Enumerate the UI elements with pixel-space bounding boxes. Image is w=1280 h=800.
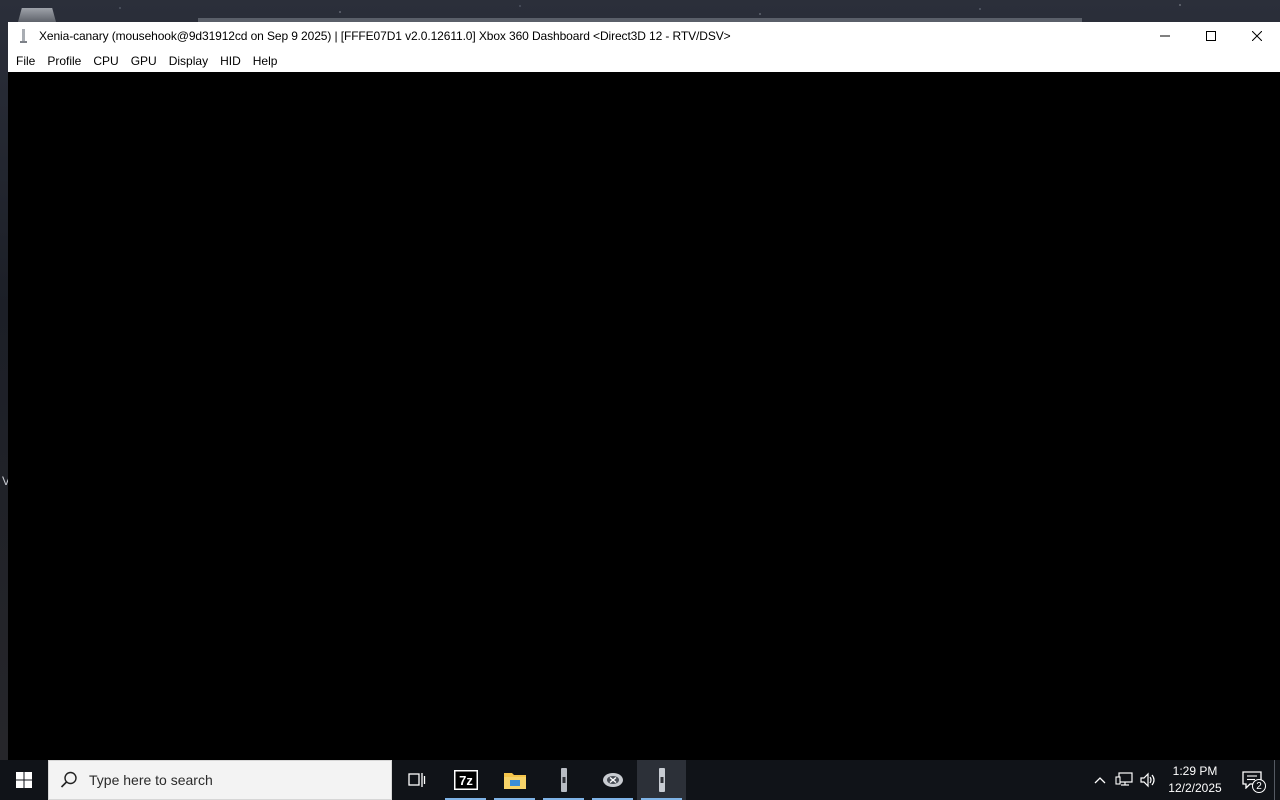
menu-bar: File Profile CPU GPU Display HID Help <box>8 50 1280 72</box>
windows-logo-icon <box>16 772 32 788</box>
menu-hid[interactable]: HID <box>214 50 247 72</box>
action-center-button[interactable]: 2 <box>1230 760 1274 800</box>
file-explorer-icon <box>503 773 526 789</box>
speaker-icon <box>1140 772 1155 788</box>
title-bar[interactable]: Xenia-canary (mousehook@9d31912cd on Sep… <box>8 22 1280 50</box>
taskbar-7zip[interactable]: 7z <box>441 760 490 800</box>
menu-gpu[interactable]: GPU <box>125 50 163 72</box>
show-desktop-button[interactable] <box>1274 760 1280 800</box>
clock-date: 12/2/2025 <box>1168 781 1222 795</box>
menu-file[interactable]: File <box>10 50 41 72</box>
network-icon <box>1115 772 1133 786</box>
menu-display[interactable]: Display <box>163 50 214 72</box>
task-view-icon <box>407 773 425 787</box>
7zip-icon: 7z <box>453 770 478 790</box>
taskbar-search[interactable]: Type here to search <box>48 760 392 800</box>
window-title: Xenia-canary (mousehook@9d31912cd on Sep… <box>39 29 731 43</box>
start-button[interactable] <box>0 760 48 800</box>
taskbar-xenia-2[interactable] <box>637 760 686 800</box>
search-placeholder: Type here to search <box>89 772 213 788</box>
xbox-icon <box>602 773 623 787</box>
caption-buttons <box>1142 22 1280 50</box>
svg-text:7z: 7z <box>459 773 473 788</box>
taskbar-clock[interactable]: 1:29 PM 12/2/2025 <box>1160 763 1230 797</box>
notification-count-badge: 2 <box>1252 779 1266 793</box>
desktop-shortcut-icon[interactable] <box>18 8 56 22</box>
show-hidden-icons-button[interactable] <box>1088 760 1112 800</box>
maximize-button[interactable] <box>1188 22 1234 50</box>
menu-profile[interactable]: Profile <box>41 50 87 72</box>
network-button[interactable] <box>1112 760 1136 800</box>
taskbar-xenia-1[interactable] <box>539 760 588 800</box>
maximize-icon <box>1206 31 1216 41</box>
task-view-button[interactable] <box>392 760 441 800</box>
close-icon <box>1252 31 1262 41</box>
close-button[interactable] <box>1234 22 1280 50</box>
taskbar-file-explorer[interactable] <box>490 760 539 800</box>
menu-cpu[interactable]: CPU <box>87 50 124 72</box>
volume-button[interactable] <box>1136 760 1160 800</box>
minimize-icon <box>1160 35 1170 37</box>
chevron-up-icon <box>1094 777 1106 784</box>
xenia-app-icon[interactable] <box>18 28 30 44</box>
xenia-icon <box>658 768 665 792</box>
taskbar-xbox[interactable] <box>588 760 637 800</box>
render-viewport[interactable] <box>8 72 1280 760</box>
menu-help[interactable]: Help <box>247 50 284 72</box>
clock-time: 1:29 PM <box>1172 764 1218 778</box>
taskbar: Type here to search 7z 1:29 PM 12/2/2025… <box>0 760 1280 800</box>
xenia-icon <box>560 768 567 792</box>
xenia-window: Xenia-canary (mousehook@9d31912cd on Sep… <box>8 22 1280 760</box>
minimize-button[interactable] <box>1142 22 1188 50</box>
system-tray: 1:29 PM 12/2/2025 2 <box>1088 760 1280 800</box>
search-icon <box>49 771 89 789</box>
